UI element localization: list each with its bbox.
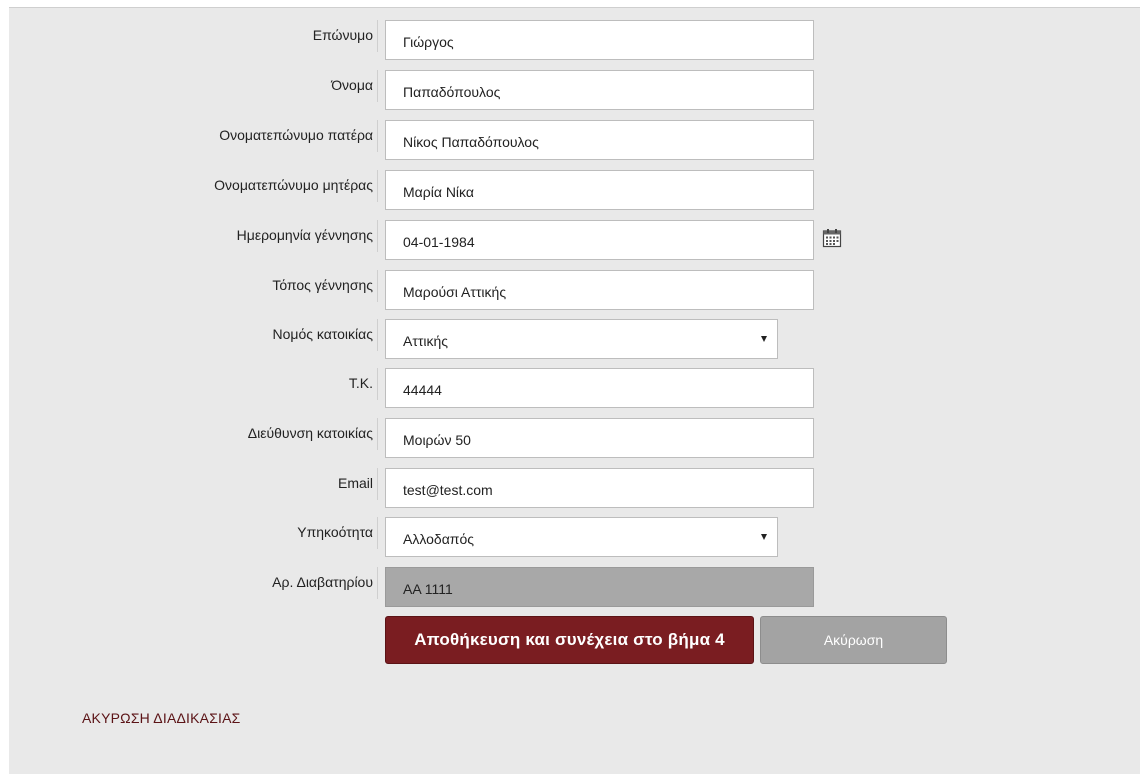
field-row-prefecture: Νομός κατοικίας Αττικής bbox=[0, 319, 1140, 363]
field-row-birth-date: Ημερομηνία γέννησης 04-01-1984 bbox=[0, 220, 1140, 264]
mother-name-input[interactable]: Μαρία Νίκα bbox=[385, 170, 814, 210]
field-row-passport: Αρ. Διαβατηρίου AA 1111 bbox=[0, 567, 1140, 611]
citizenship-selected-value: Αλλοδαπός bbox=[403, 531, 474, 547]
label-divider bbox=[377, 319, 378, 351]
label-divider bbox=[377, 468, 378, 500]
save-and-continue-button[interactable]: Αποθήκευση και συνέχεια στο βήμα 4 bbox=[385, 616, 754, 664]
field-row-birth-place: Τόπος γέννησης Μαρούσι Αττικής bbox=[0, 270, 1140, 314]
field-row-postal-code: Τ.Κ. 44444 bbox=[0, 368, 1140, 412]
birth-date-input[interactable]: 04-01-1984 bbox=[385, 220, 814, 260]
passport-input: AA 1111 bbox=[385, 567, 814, 607]
prefecture-selected-value: Αττικής bbox=[403, 333, 449, 349]
birth-date-label: Ημερομηνία γέννησης bbox=[236, 227, 373, 243]
label-divider bbox=[377, 120, 378, 152]
father-name-label: Ονοματεπώνυμο πατέρα bbox=[219, 127, 373, 143]
email-field[interactable]: test@test.com bbox=[385, 468, 814, 508]
father-name-input[interactable]: Νίκος Παπαδόπουλος bbox=[385, 120, 814, 160]
label-divider bbox=[377, 368, 378, 400]
prefecture-label: Νομός κατοικίας bbox=[272, 326, 374, 342]
field-row-email: Email test@test.com bbox=[0, 468, 1140, 512]
label-divider bbox=[377, 20, 378, 52]
postal-code-input[interactable]: 44444 bbox=[385, 368, 814, 408]
label-divider bbox=[377, 70, 378, 102]
postal-code-label: Τ.Κ. bbox=[348, 375, 373, 391]
name-input[interactable]: Παπαδόπουλος bbox=[385, 70, 814, 110]
name-label: Όνομα bbox=[331, 77, 373, 93]
mother-name-label: Ονοματεπώνυμο μητέρας bbox=[214, 177, 373, 193]
prefecture-select[interactable]: Αττικής bbox=[385, 319, 778, 359]
label-divider bbox=[377, 517, 378, 549]
address-input[interactable]: Μοιρών 50 bbox=[385, 418, 814, 458]
label-divider bbox=[377, 270, 378, 302]
address-label: Διεύθυνση κατοικίας bbox=[247, 425, 373, 441]
surname-label: Επώνυμο bbox=[312, 27, 373, 43]
label-divider bbox=[377, 418, 378, 450]
field-row-mother-name: Ονοματεπώνυμο μητέρας Μαρία Νίκα bbox=[0, 170, 1140, 214]
citizenship-label: Υπηκοότητα bbox=[297, 524, 373, 540]
birth-place-label: Τόπος γέννησης bbox=[272, 277, 373, 293]
field-row-address: Διεύθυνση κατοικίας Μοιρών 50 bbox=[0, 418, 1140, 462]
field-row-name: Όνομα Παπαδόπουλος bbox=[0, 70, 1140, 114]
label-divider bbox=[377, 220, 378, 252]
chevron-down-icon bbox=[761, 336, 767, 342]
birth-place-input[interactable]: Μαρούσι Αττικής bbox=[385, 270, 814, 310]
citizenship-select[interactable]: Αλλοδαπός bbox=[385, 517, 778, 557]
field-row-citizenship: Υπηκοότητα Αλλοδαπός bbox=[0, 517, 1140, 561]
label-divider bbox=[377, 170, 378, 202]
cancel-button[interactable]: Ακύρωση bbox=[760, 616, 947, 664]
calendar-icon[interactable] bbox=[822, 228, 842, 248]
abort-process-link[interactable]: ΑΚΥΡΩΣΗ ΔΙΑΔΙΚΑΣΙΑΣ bbox=[82, 710, 241, 726]
label-divider bbox=[377, 567, 378, 599]
surname-input[interactable]: Γιώργος bbox=[385, 20, 814, 60]
chevron-down-icon bbox=[761, 534, 767, 540]
email-label: Email bbox=[337, 475, 373, 491]
passport-label: Αρ. Διαβατηρίου bbox=[272, 574, 373, 590]
field-row-father-name: Ονοματεπώνυμο πατέρα Νίκος Παπαδόπουλος bbox=[0, 120, 1140, 164]
field-row-surname: Επώνυμο Γιώργος bbox=[0, 20, 1140, 64]
